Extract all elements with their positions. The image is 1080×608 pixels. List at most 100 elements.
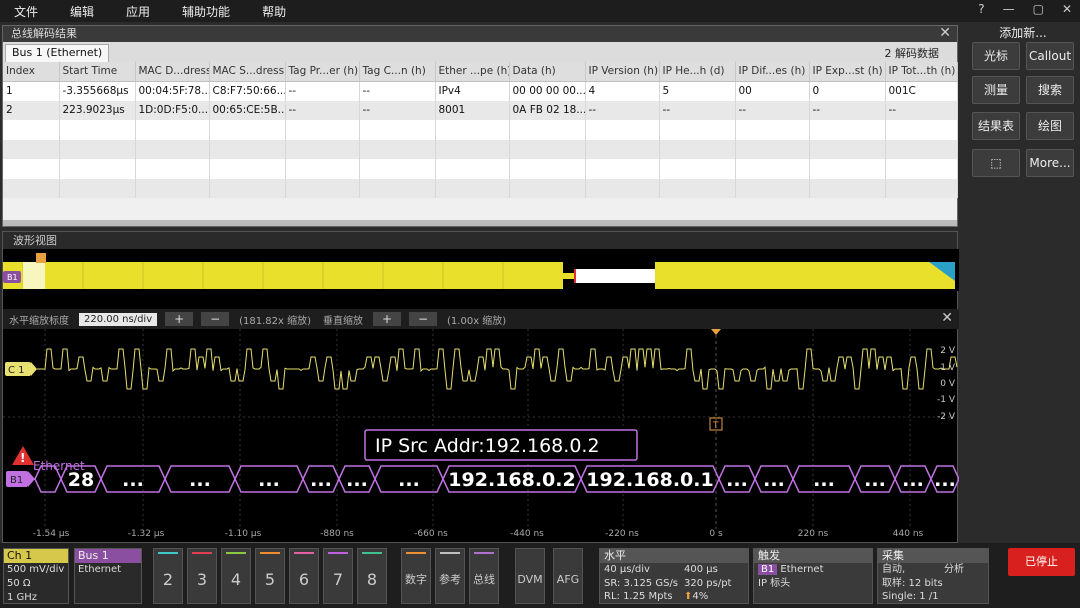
table-cell: 00	[735, 81, 810, 101]
column-header[interactable]: Start Time	[59, 62, 136, 82]
v-zoom-minus-button[interactable]: −	[409, 312, 438, 326]
bus1-badge[interactable]: Bus 1 Ethernet	[74, 548, 142, 604]
table-cell: 5	[659, 81, 736, 101]
v-zoom-plus-button[interactable]: +	[373, 312, 402, 326]
horizontal-scrollbar[interactable]	[3, 220, 957, 226]
column-header[interactable]: MAC S...dress	[209, 62, 286, 82]
volt-label: -1 V	[937, 395, 956, 405]
channel-6-button[interactable]: 6	[289, 548, 319, 604]
trigger-source: Ethernet	[780, 564, 824, 575]
table-cell: --	[285, 81, 360, 101]
column-header[interactable]: IP Tot...th (h)	[885, 62, 958, 82]
channel-number: 8	[366, 570, 378, 589]
minimize-icon[interactable]: —	[1003, 2, 1015, 16]
digital-button[interactable]: 数字	[401, 548, 431, 604]
reference-button[interactable]: 参考	[435, 548, 465, 604]
more-button[interactable]: More...	[1026, 149, 1074, 177]
channel-5-button[interactable]: 5	[255, 548, 285, 604]
bus-packet-label: ...	[763, 469, 785, 491]
results-table-button[interactable]: 结果表	[972, 112, 1020, 140]
column-header[interactable]: IP He...h (d)	[659, 62, 736, 82]
search-button[interactable]: 搜索	[1026, 76, 1074, 104]
menu-apps[interactable]: 应用	[110, 3, 166, 20]
column-header[interactable]: Ether ...pe (h)	[435, 62, 510, 82]
bottom-bar: Ch 1 500 mV/div 50 Ω 1 GHz Bus 1 Etherne…	[0, 543, 1080, 608]
v-zoom-label: 垂直缩放	[323, 315, 364, 327]
time-tick-label: -1.10 µs	[225, 529, 262, 539]
plot-button[interactable]: 绘图	[1026, 112, 1074, 140]
bus-packet-label: ...	[864, 469, 886, 491]
channel-8-button[interactable]: 8	[357, 548, 387, 604]
column-header[interactable]: Index	[3, 62, 60, 82]
h-zoom-plus-button[interactable]: +	[165, 312, 194, 326]
table-cell: 0	[809, 81, 886, 101]
bus-button[interactable]: 总线	[469, 548, 499, 604]
column-header[interactable]: Tag C...n (h)	[359, 62, 436, 82]
time-tick-label: -1.54 µs	[33, 529, 70, 539]
table-row[interactable]: 2 223.9023µs 1D:0D:F5:0... 00:65:CE:5B... --…	[3, 100, 958, 120]
column-header[interactable]: Data (h)	[509, 62, 586, 82]
afg-button[interactable]: AFG	[553, 548, 583, 604]
callout-button[interactable]: Callout	[1026, 42, 1074, 70]
overview-strip[interactable]: B1 s40 µs80 µs120 µs160 µs200 µs240 µs28…	[3, 249, 959, 291]
channel-2-button[interactable]: 2	[153, 548, 183, 604]
ch1-bandwidth: 1 GHz	[7, 592, 38, 603]
menu-edit[interactable]: 编辑	[54, 3, 110, 20]
horizontal-badge[interactable]: 水平 40 µs/div 400 µs SR: 3.125 GS/s 320 ps/…	[599, 548, 749, 604]
table-cell: 1D:0D:F5:0...	[135, 100, 210, 120]
h-zoom-minus-button[interactable]: −	[201, 312, 230, 326]
column-header[interactable]: IP Dif...es (h)	[735, 62, 810, 82]
close-icon[interactable]: ✕	[939, 25, 951, 41]
acquire-badge[interactable]: 采集 自动, 分析 取样: 12 bits Single: 1 /1	[877, 548, 989, 604]
measure-button[interactable]: 测量	[972, 76, 1020, 104]
channel-4-button[interactable]: 4	[221, 548, 251, 604]
help-icon[interactable]: ?	[978, 2, 984, 16]
maximize-icon[interactable]: ▢	[1033, 2, 1044, 16]
dvm-button[interactable]: DVM	[515, 548, 545, 604]
zoom-box-icon[interactable]: ⬚	[972, 149, 1020, 177]
ch1-badge[interactable]: Ch 1 500 mV/div 50 Ω 1 GHz	[3, 548, 69, 604]
channel-number: 5	[264, 570, 276, 589]
bus-label[interactable]: B1	[10, 475, 23, 486]
table-cell: C8:F7:50:66...	[209, 81, 286, 101]
close-window-icon[interactable]: ✕	[1062, 2, 1072, 16]
menu-help[interactable]: 帮助	[246, 3, 302, 20]
column-header[interactable]: IP Exp...st (h)	[809, 62, 886, 82]
menu-accessibility[interactable]: 辅助功能	[166, 3, 246, 20]
ch1-scale: 500 mV/div	[7, 564, 65, 575]
ch1-label[interactable]: C 1	[8, 365, 25, 376]
run-stop-button[interactable]: 已停止	[1008, 548, 1075, 576]
trigger-condition: IP 标头	[758, 577, 791, 589]
time-tick-label: -660 ns	[414, 529, 448, 539]
time-tick-label: -1.32 µs	[128, 529, 165, 539]
channel-number: 4	[230, 570, 242, 589]
menu-file[interactable]: 文件	[0, 3, 54, 20]
table-cell: --	[885, 100, 958, 120]
bus1-type: Ethernet	[78, 564, 122, 575]
empty-row	[3, 139, 958, 159]
channel-7-button[interactable]: 7	[323, 548, 353, 604]
table-cell: --	[585, 100, 660, 120]
volt-label: 1 V	[940, 363, 956, 373]
h-position: 400 µs	[684, 564, 718, 575]
table-row[interactable]: 1 -3.355668µs 00:04:5F:78... C8:F7:50:66...…	[3, 81, 958, 101]
close-zoom-icon[interactable]: ✕	[941, 310, 953, 326]
bus-packet-label: ...	[346, 469, 368, 491]
column-header[interactable]: Tag Pr...er (h)	[285, 62, 360, 82]
table-cell: 00:04:5F:78...	[135, 81, 210, 101]
column-header[interactable]: MAC D...dress	[135, 62, 210, 82]
bus-packet-label: ...	[902, 469, 924, 491]
decode-table: Index Start Time MAC D...dress MAC S...dres…	[3, 62, 958, 198]
cursor-button[interactable]: 光标	[972, 42, 1020, 70]
time-tick-label: -440 ns	[510, 529, 544, 539]
trigger-badge[interactable]: 触发 B1 Ethernet IP 标头	[753, 548, 873, 604]
channel-3-button[interactable]: 3	[187, 548, 217, 604]
func-label: 数字	[405, 573, 427, 586]
tab-bus1-ethernet[interactable]: Bus 1 (Ethernet)	[5, 44, 110, 62]
zoomed-waveform[interactable]: C 1 2 V1 V0 V-1 V-2 V T ! Ethernet B1 28…	[3, 329, 959, 543]
svg-text:B1: B1	[7, 273, 18, 282]
column-header[interactable]: IP Version (h)	[585, 62, 660, 82]
resolution: 320 ps/pt	[684, 577, 732, 589]
table-cell: IPv4	[435, 81, 510, 101]
h-zoom-input[interactable]: 220.00 ns/div	[79, 312, 158, 326]
